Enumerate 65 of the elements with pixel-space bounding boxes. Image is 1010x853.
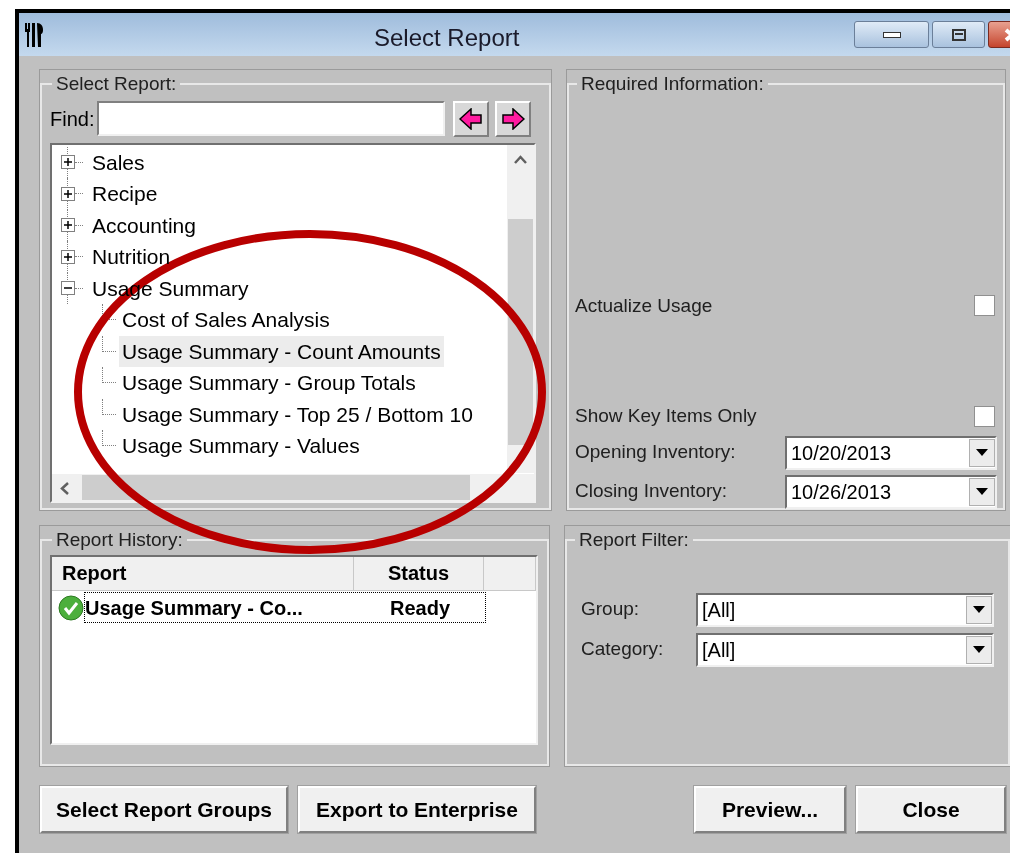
column-header[interactable] bbox=[484, 556, 536, 591]
collapse-icon[interactable] bbox=[61, 281, 75, 296]
caret-icon bbox=[973, 646, 985, 653]
right-arrow-icon bbox=[501, 107, 526, 130]
group-legend: Report History: bbox=[52, 526, 187, 555]
tree-item[interactable]: Usage Summary - Top 25 / Bottom 10 bbox=[119, 398, 476, 430]
tree-item[interactable]: Accounting bbox=[89, 209, 199, 241]
dropdown-button[interactable] bbox=[969, 477, 995, 506]
column-header[interactable]: Report bbox=[52, 556, 354, 591]
field-label: Category: bbox=[581, 637, 665, 662]
expand-icon[interactable] bbox=[61, 186, 75, 201]
dropdown-field[interactable]: 10/26/2013 bbox=[785, 474, 997, 509]
tree-item[interactable]: Usage Summary - Group Totals bbox=[119, 367, 419, 399]
utensils-icon bbox=[23, 22, 45, 47]
vertical-scrollbar[interactable] bbox=[507, 144, 534, 473]
dropdown-button[interactable] bbox=[966, 635, 992, 664]
find-field[interactable] bbox=[97, 101, 446, 136]
horizontal-scrollbar[interactable] bbox=[52, 473, 534, 501]
dropdown-field[interactable]: 10/20/2013 bbox=[785, 435, 997, 470]
scrollbar-thumb[interactable] bbox=[82, 474, 470, 500]
dropdown-field[interactable]: [All] bbox=[696, 592, 994, 627]
maximize-button[interactable] bbox=[932, 21, 985, 48]
scrollbar-thumb[interactable] bbox=[508, 218, 533, 445]
caret-icon bbox=[973, 606, 985, 613]
dialog-button[interactable]: Preview... bbox=[694, 786, 846, 833]
checkbox[interactable] bbox=[974, 295, 995, 317]
tree-item[interactable]: Nutrition bbox=[89, 241, 174, 273]
group-legend: Report Filter: bbox=[575, 526, 693, 555]
dialog-button[interactable]: Close bbox=[856, 786, 1006, 833]
tree-item[interactable]: Recipe bbox=[89, 178, 161, 210]
field-label: Actualize Usage bbox=[575, 293, 713, 318]
dialog-button[interactable]: Export to Enterprise bbox=[298, 786, 536, 833]
tree-item[interactable]: Usage Summary - Values bbox=[119, 430, 363, 462]
find-label: Find: bbox=[50, 106, 95, 132]
tree-item[interactable]: Cost of Sales Analysis bbox=[119, 304, 333, 336]
previous-button[interactable] bbox=[453, 100, 490, 137]
field-label: Closing Inventory: bbox=[575, 479, 728, 504]
minimize-button[interactable] bbox=[854, 21, 929, 48]
tree-item[interactable]: Usage Summary - Count Amounts bbox=[119, 335, 444, 367]
scroll-up-icon bbox=[514, 154, 527, 164]
history-row[interactable]: Usage Summary - Co... Ready bbox=[84, 592, 486, 623]
expand-icon[interactable] bbox=[61, 249, 75, 264]
left-arrow-icon bbox=[459, 107, 484, 130]
next-button[interactable] bbox=[495, 100, 532, 137]
tree-item[interactable]: Sales bbox=[89, 146, 148, 178]
expand-icon[interactable] bbox=[61, 155, 75, 170]
field-label: Opening Inventory: bbox=[575, 440, 736, 465]
dropdown-button[interactable] bbox=[966, 595, 992, 624]
field-label: Group: bbox=[581, 597, 641, 622]
maximize-icon bbox=[951, 28, 966, 41]
column-header[interactable]: Status bbox=[354, 556, 484, 591]
caret-icon bbox=[976, 488, 988, 495]
group-legend: Select Report: bbox=[52, 70, 181, 99]
minimize-icon bbox=[882, 31, 901, 38]
dropdown-field[interactable]: [All] bbox=[696, 632, 994, 667]
dropdown-button[interactable] bbox=[969, 438, 995, 467]
group-legend: Required Information: bbox=[577, 70, 768, 99]
check-circle-icon bbox=[58, 594, 84, 621]
caret-icon bbox=[976, 449, 988, 456]
dialog-button[interactable]: Select Report Groups bbox=[40, 786, 288, 833]
field-label: Show Key Items Only bbox=[575, 404, 757, 428]
expand-icon[interactable] bbox=[61, 218, 75, 233]
window-title: Select Report bbox=[374, 23, 520, 53]
checkbox[interactable] bbox=[974, 405, 995, 427]
scroll-left-icon bbox=[60, 481, 69, 495]
